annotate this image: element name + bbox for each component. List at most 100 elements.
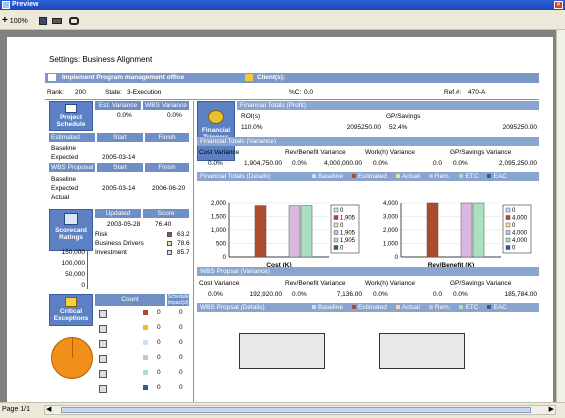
bar-rem [460,202,473,258]
wbs-work-header: Work(h) Variance [365,280,415,287]
clients-icon [245,73,253,81]
work-variance-val: 0.0 [432,160,442,167]
legend-item: ETC [459,173,478,180]
value-legend-swatch [333,215,339,220]
cost-chart: 2,0001,5001,0005000Cost (K)01,90501,9051… [211,201,360,269]
roi-percent: 110.0% [241,124,263,131]
legend-item: Actual [395,173,420,180]
critical-exceptions-title: Critical Exceptions [49,294,93,326]
work-variance-header: Work(h) Variance [365,149,415,156]
gp-value: 2095250.00 [502,124,537,131]
toolbar: + 100% [0,12,565,30]
page-indicator: Page 1/1 [2,406,31,413]
legend-label: Rem. [434,173,451,180]
scorecard-axis-tick: 0 [81,282,85,289]
scroll-right-arrow[interactable]: ▶ [549,406,554,414]
legend-label: Estimated [357,304,387,311]
legend-label: ETC [465,304,479,311]
score-row-label: Business Drivers [95,240,144,247]
legend-label: Actual [401,304,420,311]
bar-estimated [426,202,439,258]
value-legend-swatch [333,207,339,213]
close-button[interactable]: × [554,1,563,9]
value-legend-swatch [333,245,339,250]
office-icon [48,73,56,81]
legend-swatch [459,305,464,310]
preview-window: Preview × + 100% Settings: Business Align… [0,0,565,418]
bar-etc [300,205,313,258]
value-legend-label: 1,905 [340,231,356,237]
zoom-button[interactable]: + 100% [2,14,28,28]
cost-variance-pct: 0.0% [208,160,223,167]
y-tick-label: 4,000 [383,201,399,207]
exception-count: 0 [157,354,161,361]
legend-swatch [351,305,356,310]
rank-value: 200 [75,89,86,96]
wbs-variance-header: WBS Variance [143,101,189,110]
cost-variance-val: 1,904,750.00 [244,160,282,167]
gp-variance-val: 2,095,250.00 [499,160,537,167]
value-legend-swatch [505,245,511,250]
ref-value: 470-A [468,89,486,96]
y-tick-label: 1,000 [383,242,399,248]
save-button[interactable] [38,14,48,28]
estimated-header: Estimated [49,133,95,142]
warning-icon [65,297,77,307]
scroll-thumb[interactable] [61,407,531,413]
score-row-swatch [167,232,172,237]
gp-variance-header: GP/Savings Variance [450,149,512,156]
score-row-value: 63.2 [177,231,190,238]
status-bar: Page 1/1 ◀ ▶ [0,402,565,418]
value-legend-label: 4,000 [512,231,528,237]
legend-item: EAC [487,304,507,311]
wbs-proposal-header: WBS Proposal [49,163,95,172]
exception-impact: 0 [179,369,183,376]
y-tick-label: 1,500 [211,215,227,221]
exception-count: 0 [157,384,161,391]
gp-percent: 52.4% [389,124,408,131]
gp-savings-header: GP/Savings [386,113,421,120]
updated-header: Updated [95,209,141,218]
est-variance-header: Est. Variance [95,101,141,110]
finish-header: Finish [145,133,189,142]
y-tick-label: 2,000 [383,228,399,234]
scroll-left-arrow[interactable]: ◀ [46,406,51,414]
wbs-gp-header: GP/Savings Variance [450,280,512,287]
find-button[interactable] [68,14,80,28]
legend-swatch [395,174,400,179]
bar-rem [288,205,301,258]
value-legend-label: 4,000 [512,216,528,222]
exception-icon [99,325,107,333]
wbs-details-band: WBS Propsal (Details) Baseline Estimated Ac… [197,303,539,312]
vertical-scrollbar[interactable] [556,30,565,402]
exception-swatch [143,370,148,375]
project-schedule-label: Project Schedule [56,114,86,128]
legend-item: ETC [459,304,478,311]
exception-count: 0 [157,324,161,331]
office-band: Implement Program management office Clien… [45,73,539,83]
horizontal-scrollbar[interactable]: ◀ ▶ [44,405,556,415]
wbs-details-legend: Baseline Estimated Actual Rem. ETC EAC [312,303,516,312]
value-legend-label: 1,905 [340,238,356,244]
wbs-expected-label: Expected [51,185,79,192]
value-legend-swatch [333,230,339,235]
clients-text: Client(s): [257,74,286,81]
totals-profit-band: Financial Totals (Profit) [237,101,539,110]
details-legend: Baseline Estimated Actual Rem. ETC EAC [312,172,516,181]
legend-label: EAC [493,173,507,180]
scorecard-axis-line [87,251,88,289]
value-legend-swatch [505,215,511,220]
print-button[interactable] [52,14,62,28]
state-value: 3-Execution [127,89,162,96]
legend-label: EAC [493,304,507,311]
exception-swatch [143,310,148,315]
y-tick-label: 2,000 [211,201,227,207]
wbs-cost-pct: 0.0% [208,291,223,298]
wbs-rev-chart-placeholder [379,333,465,369]
project-schedule-title: Project Schedule [49,101,93,131]
y-tick-label: 500 [216,242,227,248]
exception-impact: 0 [179,309,183,316]
rank-label: Rank: [47,89,64,96]
wbs-rev-val: 7,136.00 [336,291,362,298]
office-name: Implement Program management office [62,74,185,81]
